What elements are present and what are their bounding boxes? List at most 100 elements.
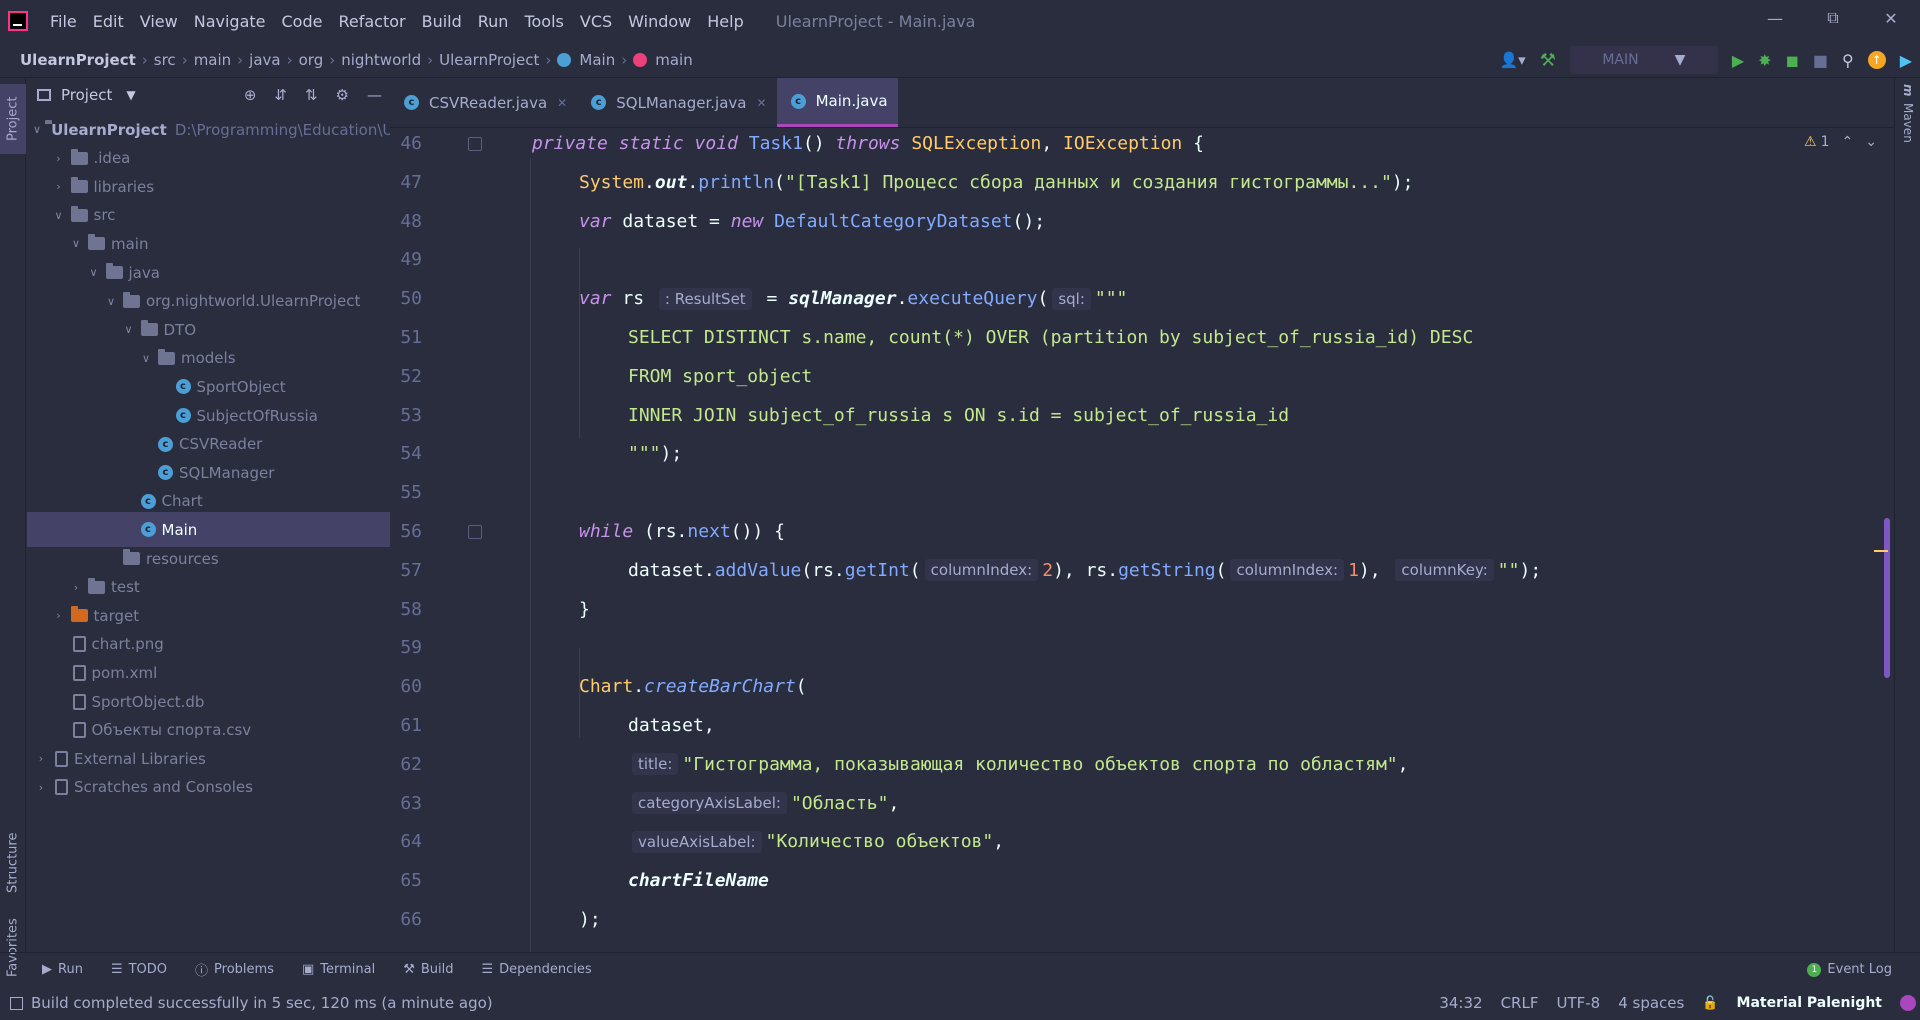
- code-token: 1: [1348, 559, 1359, 581]
- jetbrains-toolbox-icon[interactable]: ▶: [1900, 51, 1912, 70]
- tab-csvreader-java[interactable]: c CSVReader.java ✕: [390, 78, 577, 127]
- breadcrumb-item[interactable]: UlearnProject: [435, 51, 543, 69]
- tool-windows-icon[interactable]: [10, 996, 23, 1010]
- caret-position[interactable]: 34:32: [1439, 994, 1482, 1012]
- fold-icon[interactable]: [468, 136, 482, 151]
- close-icon[interactable]: ✕: [1862, 0, 1920, 36]
- tree-item[interactable]: › Scratches and Consoles: [27, 770, 390, 805]
- indent-setting[interactable]: 4 spaces: [1618, 994, 1684, 1012]
- restore-icon[interactable]: ⧉: [1804, 0, 1862, 36]
- code-token: .: [633, 676, 645, 698]
- project-view-select[interactable]: Project: [61, 86, 112, 104]
- menu-vcs[interactable]: VCS: [572, 12, 620, 31]
- code-line: 54 """);: [390, 434, 1890, 473]
- debug-icon[interactable]: ✸: [1758, 51, 1771, 70]
- lock-icon[interactable]: 🔓: [1702, 996, 1718, 1011]
- code-token: chartFileName: [628, 870, 769, 892]
- menu-edit[interactable]: Edit: [85, 12, 132, 31]
- fold-icon[interactable]: [468, 524, 482, 539]
- minimize-icon[interactable]: —: [1746, 0, 1804, 36]
- tree-item-label: SQLManager: [179, 463, 275, 482]
- close-tab-icon[interactable]: ✕: [557, 96, 567, 110]
- code-token: println: [698, 171, 775, 193]
- event-log-button[interactable]: 1 Event Log: [1807, 962, 1892, 977]
- hide-icon[interactable]: —: [367, 86, 382, 104]
- tool-terminal[interactable]: ▣ Terminal: [288, 962, 389, 977]
- search-icon[interactable]: ⚲: [1842, 51, 1854, 70]
- breadcrumb-item[interactable]: main: [190, 51, 235, 69]
- chevron-down-icon[interactable]: ∨: [51, 209, 67, 222]
- chevron-down-icon[interactable]: ∨: [68, 237, 84, 250]
- chevron-down-icon[interactable]: ∨: [121, 323, 137, 336]
- tab-structure-tool[interactable]: Structure: [0, 818, 26, 908]
- locate-icon[interactable]: ⊕: [244, 86, 257, 104]
- menu-tools[interactable]: Tools: [516, 12, 571, 31]
- chevron-right-icon[interactable]: ›: [51, 180, 67, 193]
- breadcrumb-item[interactable]: org: [295, 51, 328, 69]
- chevron-down-icon[interactable]: ∨: [138, 352, 154, 365]
- chevron-right-icon[interactable]: ›: [33, 781, 49, 794]
- chevron-right-icon[interactable]: ›: [33, 752, 49, 765]
- chevron-right-icon[interactable]: ›: [51, 609, 67, 622]
- tool-run[interactable]: ▶ Run: [28, 962, 97, 977]
- menu-build[interactable]: Build: [414, 12, 470, 31]
- tool-problems[interactable]: ⓘ Problems: [181, 960, 288, 979]
- expand-all-icon[interactable]: ⇵: [274, 86, 287, 104]
- chevron-down-icon[interactable]: ∨: [86, 266, 102, 279]
- tab-main-java[interactable]: c Main.java: [776, 78, 898, 127]
- indent-guide: [530, 158, 531, 952]
- menu-window[interactable]: Window: [620, 12, 699, 31]
- tool-todo[interactable]: ☰ TODO: [97, 962, 181, 977]
- theme-name[interactable]: Material Palenight: [1737, 995, 1882, 1011]
- breadcrumb-item[interactable]: main: [651, 51, 696, 69]
- breadcrumb-item[interactable]: Main: [575, 51, 619, 69]
- status-message[interactable]: Build completed successfully in 5 sec, 1…: [10, 994, 493, 1012]
- chevron-down-icon[interactable]: ∨: [103, 295, 119, 308]
- tab-sqlmanager-java[interactable]: c SQLManager.java ✕: [577, 78, 776, 127]
- user-icon[interactable]: 👤▾: [1499, 51, 1525, 69]
- code-line: 50 var rs : ResultSet = sqlManager. execut…: [390, 279, 1890, 318]
- build-hammer-icon[interactable]: ⚒: [1540, 50, 1556, 71]
- code-token: sqlManager: [788, 288, 897, 310]
- breadcrumb-item[interactable]: src: [150, 51, 180, 69]
- folder-icon: [88, 234, 105, 251]
- breadcrumb-item[interactable]: nightworld: [337, 51, 425, 69]
- caret-marker: [1874, 550, 1888, 552]
- chevron-down-icon[interactable]: ▼: [126, 88, 135, 102]
- menu-help[interactable]: Help: [699, 12, 751, 31]
- stop-icon[interactable]: ■: [1813, 51, 1828, 70]
- close-tab-icon[interactable]: ✕: [757, 96, 767, 110]
- indent-guide: [579, 248, 580, 438]
- tool-build[interactable]: ⚒ Build: [389, 962, 467, 977]
- tab-project-tool[interactable]: Project: [0, 84, 26, 154]
- class-icon: c: [158, 436, 173, 452]
- tool-dependencies[interactable]: ☰ Dependencies: [468, 962, 606, 977]
- breadcrumb-item[interactable]: UlearnProject: [16, 51, 140, 69]
- file-encoding[interactable]: UTF-8: [1556, 994, 1600, 1012]
- chevron-right-icon: ›: [621, 50, 628, 69]
- chevron-right-icon[interactable]: ›: [68, 581, 84, 594]
- menu-run[interactable]: Run: [470, 12, 517, 31]
- collapse-all-icon[interactable]: ⇅: [305, 86, 318, 104]
- tab-maven-tool[interactable]: m Maven: [1895, 84, 1920, 142]
- menu-file[interactable]: File: [42, 12, 85, 31]
- breadcrumb-item[interactable]: java: [245, 51, 284, 69]
- code-token: (): [802, 133, 836, 154]
- line-number: 51: [400, 327, 422, 348]
- menu-refactor[interactable]: Refactor: [330, 12, 413, 31]
- menu-navigate[interactable]: Navigate: [186, 12, 274, 31]
- chevron-right-icon[interactable]: ›: [51, 152, 67, 165]
- code-text: var dataset = new DefaultCategoryDataset…: [579, 211, 1045, 232]
- editor-scrollbar[interactable]: [1884, 518, 1890, 678]
- menu-view[interactable]: View: [132, 12, 186, 31]
- run-icon[interactable]: ▶: [1732, 51, 1744, 70]
- coverage-icon[interactable]: ◼: [1786, 51, 1799, 70]
- update-icon[interactable]: ↑: [1867, 51, 1886, 69]
- code-token: private static void: [532, 133, 749, 154]
- gear-icon[interactable]: ⚙: [336, 86, 349, 104]
- line-separator[interactable]: CRLF: [1501, 994, 1539, 1012]
- code-editor[interactable]: ⚠ 1 ⌃ ⌄ 46 private static void Task1() th…: [390, 128, 1894, 952]
- run-configuration-select[interactable]: MAIN ▼: [1569, 46, 1718, 74]
- chevron-down-icon[interactable]: ∨: [33, 123, 41, 136]
- menu-code[interactable]: Code: [274, 12, 331, 31]
